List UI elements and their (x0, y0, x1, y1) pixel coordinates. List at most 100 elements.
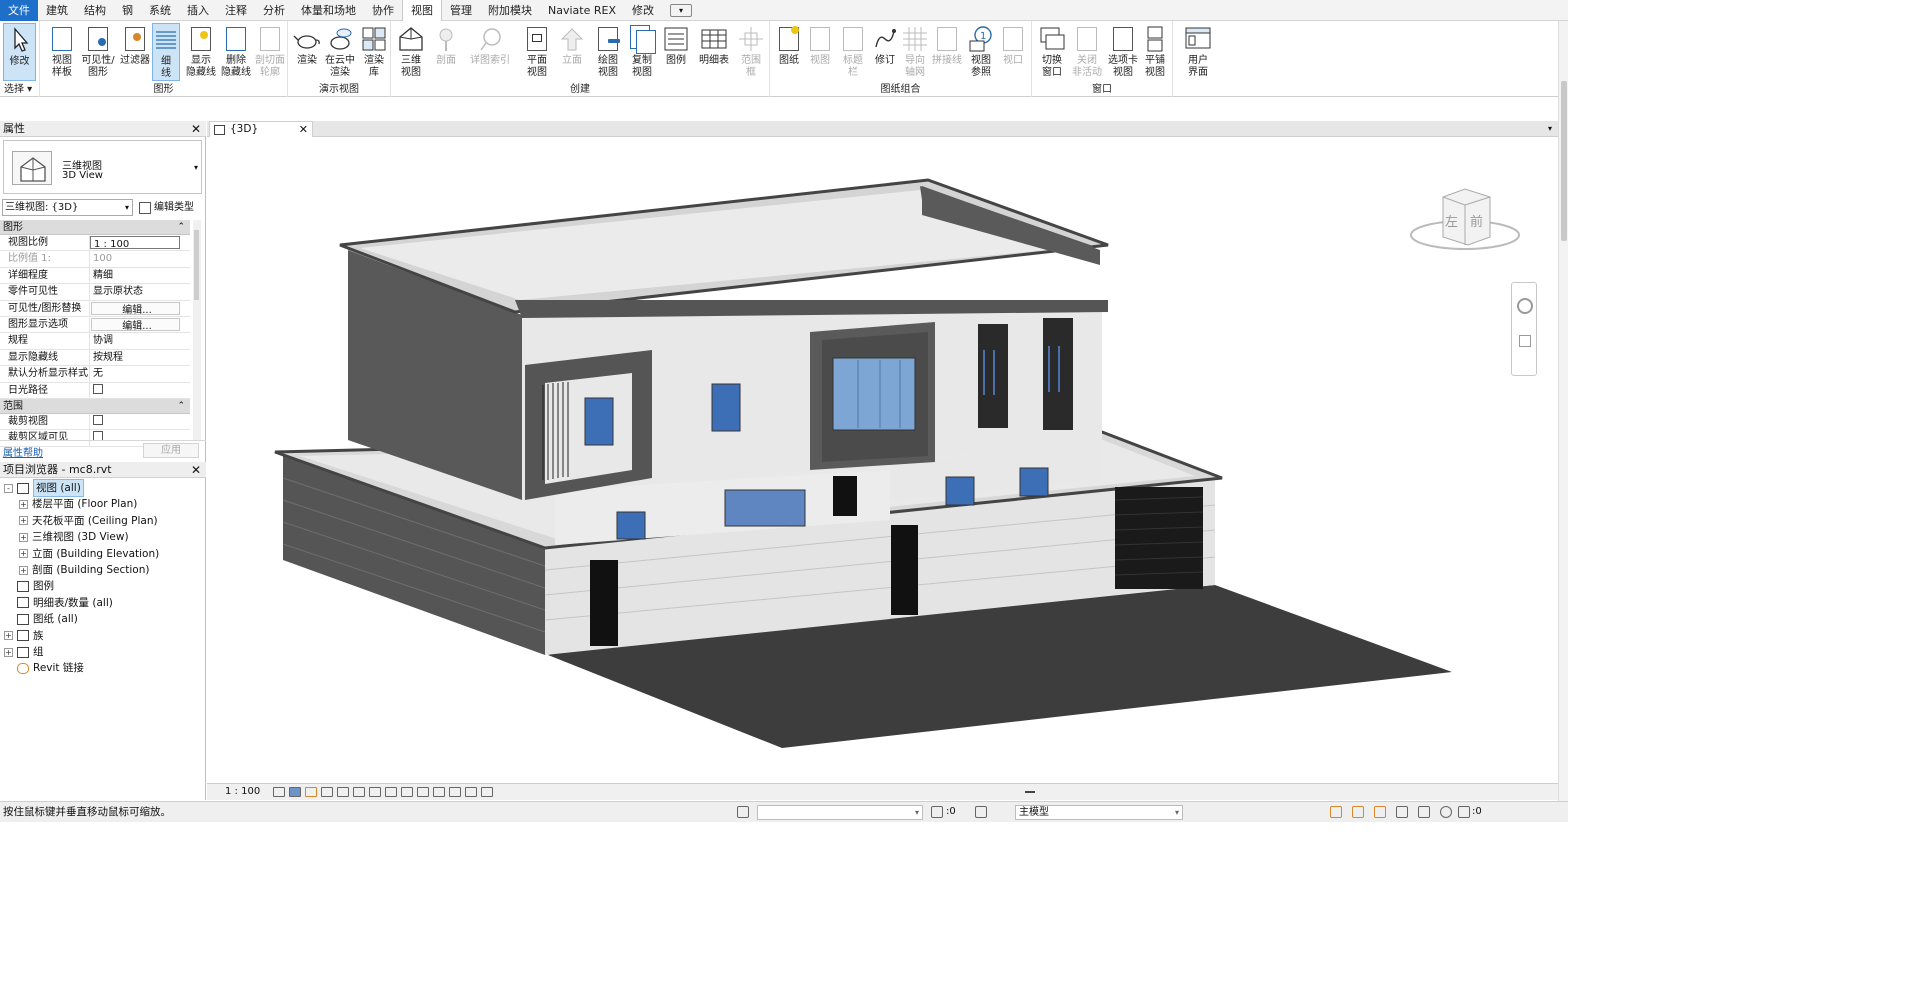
expand-icon[interactable]: + (4, 647, 13, 657)
ribbon-tab[interactable]: 分析 (255, 0, 293, 21)
property-value[interactable] (90, 414, 190, 429)
scope-box-button[interactable]: 范围 框 (737, 23, 765, 79)
ribbon-minimize-icon[interactable]: ▾ (669, 3, 692, 17)
section-button[interactable]: 剖面 (431, 23, 461, 67)
viewcube-left-face[interactable]: 左 (1445, 211, 1458, 230)
ribbon-tab[interactable]: 视图 (402, 0, 442, 21)
select-pinned-icon[interactable] (1374, 806, 1386, 818)
expand-icon[interactable]: + (19, 532, 28, 542)
edit-type-button[interactable]: 编辑类型 (139, 199, 194, 216)
3d-view-button[interactable]: 三维 视图 (395, 23, 427, 79)
properties-scrollbar[interactable] (193, 220, 201, 440)
browser-item[interactable]: Revit 链接 (4, 660, 84, 676)
checkbox[interactable] (93, 383, 103, 394)
steering-wheel-icon[interactable] (1517, 298, 1533, 314)
user-interface-button[interactable]: 用户 界面 (1181, 23, 1215, 79)
revisions-button[interactable]: 修订 (870, 23, 900, 67)
view-tab-3d[interactable]: {3D} ✕ (209, 121, 313, 138)
type-dropdown-arrow-icon[interactable]: ▾ (194, 163, 198, 172)
type-selector[interactable]: 三维视图 3D View ▾ (3, 140, 202, 194)
property-value[interactable]: 按规程 (90, 350, 190, 365)
zoom-icon[interactable] (1519, 335, 1531, 347)
shadows-icon[interactable] (321, 787, 333, 797)
expand-icon[interactable]: + (19, 499, 28, 509)
remove-hidden-lines-button[interactable]: 删除 隐藏线 (218, 23, 254, 79)
vertical-scrollbar[interactable] (1558, 21, 1568, 801)
browser-item[interactable]: + 天花板平面 (Ceiling Plan) (19, 513, 158, 529)
close-inactive-button[interactable]: 关闭 非活动 (1070, 23, 1104, 79)
ribbon-tab[interactable]: 协作 (364, 0, 402, 21)
properties-close-icon[interactable]: ✕ (191, 121, 201, 137)
design-options-icon[interactable] (975, 806, 987, 818)
matchline-button[interactable]: 拼接线 (930, 23, 964, 67)
browser-item[interactable]: + 三维视图 (3D View) (19, 529, 129, 545)
expand-icon[interactable]: + (19, 516, 28, 526)
filters-button[interactable]: 过滤器 (118, 23, 152, 67)
select-underlay-icon[interactable] (1352, 806, 1364, 818)
browser-item[interactable]: + 楼层平面 (Floor Plan) (19, 496, 137, 512)
worksets-icon[interactable] (737, 806, 749, 818)
ribbon-tab[interactable]: 系统 (141, 0, 179, 21)
background-process-icon[interactable] (1440, 806, 1452, 818)
elevation-button[interactable]: 立面 (557, 23, 587, 67)
thin-lines-button[interactable]: 细 线 (152, 23, 180, 81)
close-tab-icon[interactable]: ✕ (299, 122, 308, 137)
render-button[interactable]: 渲染 (292, 23, 322, 67)
analytical-model-icon[interactable] (449, 787, 461, 797)
title-block-button[interactable]: 标题 栏 (836, 23, 870, 79)
expand-icon[interactable]: + (4, 631, 13, 641)
cut-profile-button[interactable]: 剖切面 轮廓 (253, 23, 287, 79)
checkbox[interactable] (93, 414, 103, 425)
ribbon-tab[interactable]: 附加模块 (480, 0, 540, 21)
3d-view-canvas[interactable] (207, 137, 1558, 782)
browser-item[interactable]: 图纸 (all) (4, 611, 78, 627)
view-scale[interactable]: 1 : 100 (225, 784, 260, 800)
browser-item[interactable]: 明细表/数量 (all) (4, 595, 113, 611)
crop-view-icon[interactable] (353, 787, 365, 797)
design-option-dropdown[interactable]: 主模型 ▾ (1015, 805, 1183, 820)
reveal-constraints-icon[interactable] (481, 787, 493, 797)
edit-button[interactable]: 编辑... (91, 317, 180, 332)
edit-button[interactable]: 编辑... (91, 301, 180, 315)
duplicate-view-button[interactable]: 复制 视图 (625, 23, 659, 79)
viewcube-front-face[interactable]: 前 (1470, 211, 1483, 230)
drafting-view-button[interactable]: 绘图 视图 (591, 23, 625, 79)
view-reference-button[interactable]: 1 视图 参照 (966, 23, 996, 79)
temp-view-properties-icon[interactable] (433, 787, 445, 797)
browser-item[interactable]: + 剖面 (Building Section) (19, 562, 149, 578)
select-links-icon[interactable] (1330, 806, 1342, 818)
viewports-button[interactable]: 视口 (998, 23, 1028, 67)
drag-elements-icon[interactable] (1418, 806, 1430, 818)
ribbon-tab[interactable]: 建筑 (38, 0, 76, 21)
switch-windows-button[interactable]: 切换 窗口 (1036, 23, 1068, 79)
view-instance-dropdown[interactable]: 三维视图: {3D} ▾ (2, 199, 133, 216)
show-hidden-lines-button[interactable]: 显示 隐藏线 (183, 23, 219, 79)
editable-only-icon[interactable] (931, 806, 943, 818)
horizontal-scroll-handle[interactable] (1025, 791, 1035, 793)
expand-icon[interactable]: + (19, 565, 28, 575)
browser-item[interactable]: + 立面 (Building Elevation) (19, 546, 159, 562)
temporary-hide-icon[interactable] (401, 787, 413, 797)
crop-region-icon[interactable] (369, 787, 381, 797)
highlight-displacement-icon[interactable] (465, 787, 477, 797)
ribbon-tab[interactable]: 管理 (442, 0, 480, 21)
expand-icon[interactable]: + (19, 549, 28, 559)
group-select-label[interactable]: 选择 ▾ (0, 80, 39, 95)
lock-view-icon[interactable] (385, 787, 397, 797)
view-cube[interactable]: 左 前 (1408, 185, 1522, 255)
project-browser-close-icon[interactable]: ✕ (191, 462, 201, 478)
filter-icon[interactable] (1458, 806, 1470, 818)
collapse-icon[interactable]: ⌃ (177, 399, 185, 414)
view-template-button[interactable]: 视图 样板 (45, 23, 79, 79)
sheet-button[interactable]: 图纸 (774, 23, 804, 67)
property-value[interactable]: 无 (90, 366, 190, 381)
tab-views-button[interactable]: 选项卡 视图 (1106, 23, 1140, 79)
browser-item[interactable]: - 视图 (all) (4, 479, 84, 497)
tab-list-arrow-icon[interactable]: ▾ (1548, 121, 1552, 137)
modify-button[interactable]: 修改 (3, 23, 36, 81)
ribbon-tab[interactable]: 文件 (0, 0, 38, 21)
visual-style-icon[interactable] (289, 787, 301, 797)
schedules-button[interactable]: 明细表 (697, 23, 731, 67)
legends-button[interactable]: 图例 (661, 23, 691, 67)
collapse-icon[interactable]: - (4, 483, 13, 493)
